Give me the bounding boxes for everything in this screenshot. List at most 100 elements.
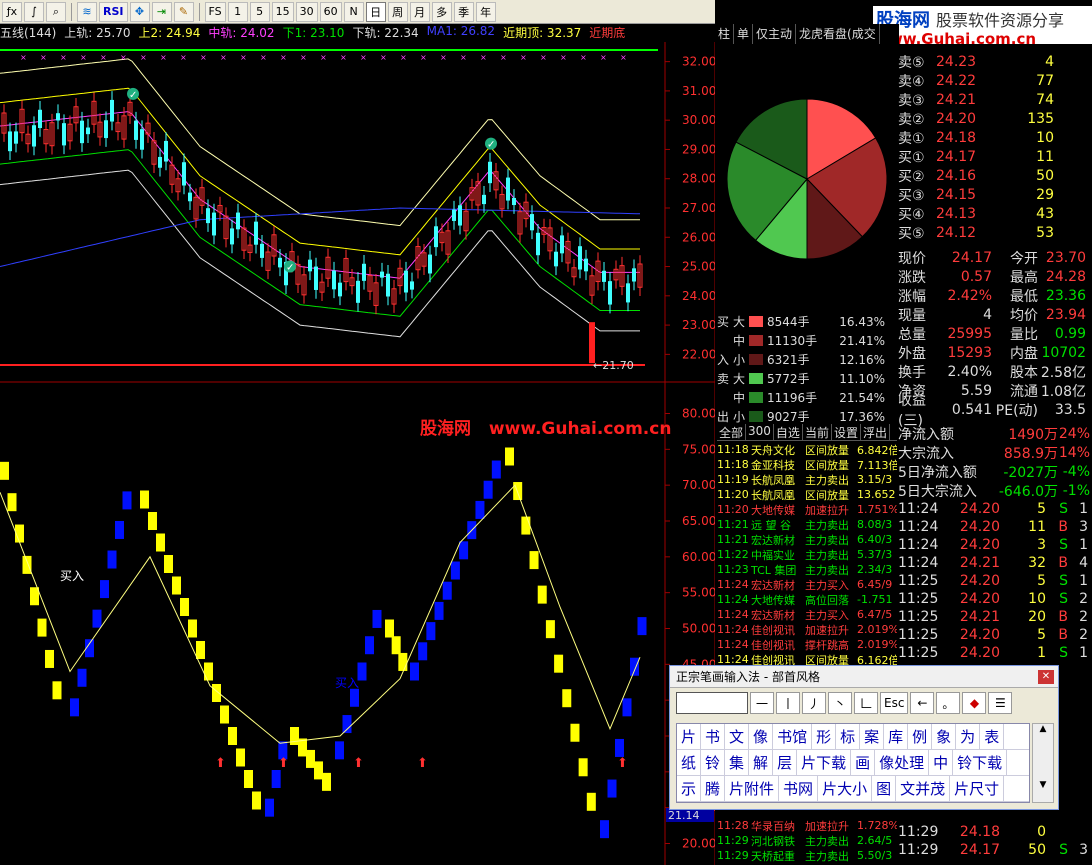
ime-candidate[interactable]: 片大小 — [818, 776, 873, 801]
ime-candidate[interactable]: 例 — [908, 724, 933, 749]
news-tab-5[interactable]: 浮出 — [861, 424, 890, 440]
news-row[interactable]: 11:24 大地传媒 高位回落 -1.751 — [717, 592, 897, 607]
news-row[interactable]: 11:23 TCL 集团 主力卖出 2.34/3 — [717, 562, 897, 577]
news-row[interactable]: 11:19 长航凤凰 主力卖出 3.15/3 — [717, 472, 897, 487]
news-row[interactable]: 11:20 长航凤凰 区间放量 13.652 — [717, 487, 897, 502]
fund-pct: 11.10% — [839, 371, 885, 386]
ime-candidate[interactable]: 文 — [725, 724, 750, 749]
tick-row: 11:29 24.17 50 S 3 — [898, 841, 1092, 859]
news-row[interactable]: 11:29 天桥起重 主力卖出 5.50/3 — [717, 848, 897, 863]
ime-candidate[interactable]: 形 — [812, 724, 837, 749]
news-tab-0[interactable]: 全部 — [717, 424, 747, 440]
panel-tab-0[interactable]: 柱 — [715, 24, 735, 44]
panel-tab-2[interactable]: 仅主动 — [753, 24, 797, 44]
ime-candidate[interactable]: 标 — [836, 724, 861, 749]
period-9[interactable]: 多 — [431, 1, 452, 22]
news-row[interactable]: 11:18 金亚科技 区间放量 7.113倍 — [717, 457, 897, 472]
ime-candidate[interactable]: 片 — [677, 724, 702, 749]
period-4[interactable]: 60 — [319, 1, 342, 22]
period-7[interactable]: 周 — [387, 1, 408, 22]
news-row[interactable]: 11:24 宏达新材 主力买入 6.45/9 — [717, 577, 897, 592]
period-8[interactable]: 月 — [409, 1, 430, 22]
ime-candidate[interactable]: 片附件 — [725, 776, 780, 801]
ime-candidate[interactable]: 案 — [860, 724, 885, 749]
period-10[interactable]: 季 — [453, 1, 474, 22]
news-row[interactable]: 11:24 宏达新材 主力买入 6.47/5 — [717, 607, 897, 622]
net-flow-pct: -1% — [1062, 482, 1090, 499]
ime-candidate[interactable]: 画 — [851, 750, 876, 775]
period-5[interactable]: N — [343, 1, 364, 22]
rsi-button[interactable]: RSI — [99, 1, 128, 22]
ime-candidate[interactable]: 层 — [773, 750, 798, 775]
ime-candidate[interactable]: 文并茂 — [896, 776, 951, 801]
ime-key-2[interactable]: 丿 — [802, 692, 826, 714]
news-tab-2[interactable]: 自选 — [774, 424, 803, 440]
news-tab-3[interactable]: 当前 — [803, 424, 832, 440]
svg-text:×: × — [600, 53, 607, 62]
panel-tab-3[interactable]: 龙虎看盘(成交 — [796, 24, 880, 44]
tick-time: 11:25 — [898, 591, 939, 607]
ime-candidate[interactable]: 图 — [872, 776, 897, 801]
news-row[interactable]: 11:24 佳创视讯 撑杆跳高 2.019% — [717, 637, 897, 652]
news-row[interactable]: 11:18 天舟文化 区间放量 6.842倍 — [717, 442, 897, 457]
fs-button[interactable]: FS — [204, 1, 226, 22]
news-row[interactable]: 11:29 河北钢铁 主力卖出 2.64/5 — [717, 833, 897, 848]
news-row[interactable]: 11:21 远 望 谷主力卖出 8.08/3 — [717, 517, 897, 532]
search-icon[interactable]: ⌕ — [46, 1, 66, 22]
move-icon[interactable]: ✥ — [129, 1, 150, 22]
ime-candidate[interactable]: 为 — [956, 724, 981, 749]
indicator-icon[interactable]: ≋ — [77, 1, 97, 22]
news-row[interactable]: 11:24 佳创视讯 加速拉升 2.019% — [717, 622, 897, 637]
ime-candidate[interactable]: 库 — [884, 724, 909, 749]
ime-candidate[interactable]: 表 — [980, 724, 1005, 749]
period-3[interactable]: 30 — [295, 1, 318, 22]
ime-candidate[interactable]: 书网 — [779, 776, 819, 801]
period-6[interactable]: 日 — [365, 1, 386, 22]
ime-candidate[interactable]: 片尺寸 — [950, 776, 1005, 801]
draw-icon[interactable]: ✎ — [173, 1, 194, 22]
period-0[interactable]: 1 — [227, 1, 248, 22]
period-2[interactable]: 15 — [271, 1, 294, 22]
ime-candidate[interactable]: 铃下载 — [953, 750, 1008, 775]
ime-candidate[interactable]: 像 — [749, 724, 774, 749]
news-tab-4[interactable]: 设置 — [832, 424, 861, 440]
ime-candidate[interactable]: 纸 — [677, 750, 702, 775]
ime-key-5[interactable]: Esc — [880, 692, 909, 714]
news-row[interactable]: 11:21 宏达新材 主力卖出 6.40/3 — [717, 532, 897, 547]
ime-key-3[interactable]: 丶 — [828, 692, 852, 714]
ime-key-1[interactable]: 丨 — [776, 692, 800, 714]
fx-icon[interactable]: ƒx — [2, 1, 22, 22]
ime-candidate[interactable]: 象 — [932, 724, 957, 749]
ime-candidate[interactable]: 中 — [929, 750, 954, 775]
ime-key-4[interactable]: 𠃊 — [854, 692, 878, 714]
panel-tab-1[interactable]: 单 — [734, 24, 754, 44]
news-tab-1[interactable]: 300 — [746, 424, 774, 440]
ime-candidate[interactable]: 像处理 — [875, 750, 930, 775]
period-11[interactable]: 年 — [475, 1, 496, 22]
ime-candidate[interactable]: 腾 — [701, 776, 726, 801]
ime-window[interactable]: 正宗笔画输入法 - 部首风格 ✕ 一丨丿丶 𠃊 Esc ←。 ◆ ☰ 片书文像书馆形标… — [669, 665, 1059, 810]
export-icon[interactable]: ⇥ — [151, 1, 172, 22]
kline-chart[interactable]: ✓✓✓ 买入买入⬆ ⬆ ⬆ ⬆ ⬆ × × × × × × × × × × × × × × × × × × × × × × × × × ×… — [0, 42, 715, 865]
close-icon[interactable]: ✕ — [1038, 669, 1054, 684]
ime-key-6[interactable]: ← — [910, 692, 935, 714]
ime-candidate[interactable]: 铃 — [701, 750, 726, 775]
eraser-icon[interactable]: ◆ — [962, 692, 987, 714]
ime-candidate[interactable]: 书馆 — [773, 724, 813, 749]
formula-icon[interactable]: ∫ — [24, 1, 44, 22]
news-row[interactable]: 11:20 大地传媒 加速拉升 1.751% — [717, 502, 897, 517]
period-1[interactable]: 5 — [249, 1, 270, 22]
news-row[interactable]: 11:28 华录百纳 加速拉升 1.728% — [717, 818, 897, 833]
news-row[interactable]: 11:22 中福实业 主力卖出 5.37/3 — [717, 547, 897, 562]
ime-candidate[interactable]: 集 — [725, 750, 750, 775]
ime-input[interactable] — [676, 692, 748, 714]
menu-icon[interactable]: ☰ — [988, 692, 1013, 714]
ime-key-0[interactable]: 一 — [750, 692, 774, 714]
ime-candidate[interactable]: 解 — [749, 750, 774, 775]
quote-panel: 现价 24.17 今开 23.70 涨跌 0.57 最高 24.28 涨幅 2.42% 最低 23.3… — [898, 248, 1092, 429]
ime-candidate[interactable]: 片下载 — [797, 750, 852, 775]
ime-scrollbar[interactable]: ▲ ▼ — [1032, 723, 1054, 803]
ime-candidate[interactable]: 书 — [701, 724, 726, 749]
ime-candidate[interactable]: 示 — [677, 776, 702, 801]
ime-key-7[interactable]: 。 — [936, 692, 961, 714]
